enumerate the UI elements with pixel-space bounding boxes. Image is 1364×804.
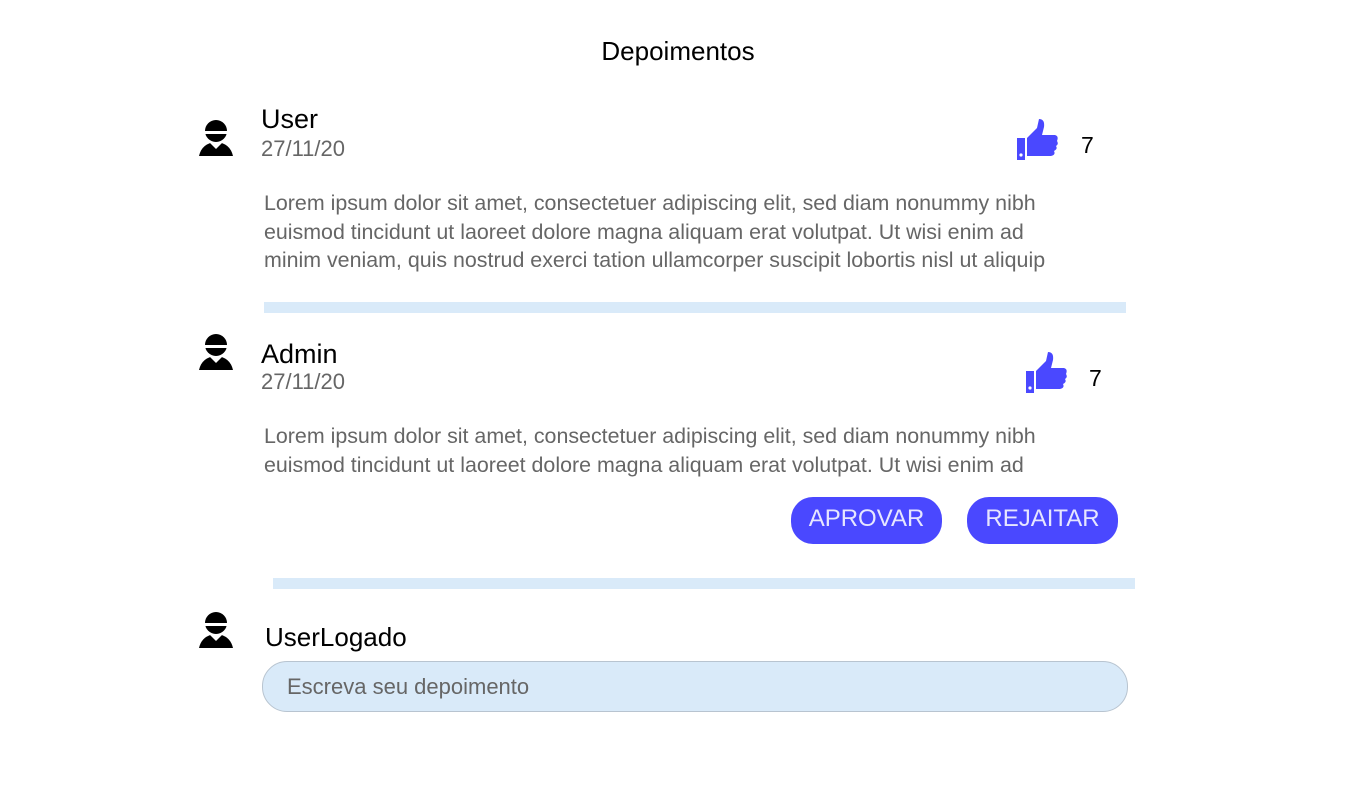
logged-user-name: UserLogado: [265, 622, 407, 652]
divider: [273, 578, 1135, 589]
testimonial-text: Lorem ipsum dolor sit amet, consectetuer…: [264, 191, 1046, 272]
thumbs-up-icon[interactable]: [1024, 351, 1068, 395]
testimonial-author[interactable]: User: [261, 104, 318, 134]
page-title: Depoimentos: [601, 36, 755, 66]
divider: [264, 302, 1126, 313]
user-avatar-icon: [199, 119, 233, 157]
testimonial-date: 27/11/20: [261, 136, 346, 161]
testimonial-date: 27/11/20: [261, 369, 346, 394]
like-count: 7: [1089, 365, 1102, 391]
testimonial-input[interactable]: [262, 661, 1128, 712]
testimonial-text: Lorem ipsum dolor sit amet, consectetuer…: [264, 424, 1036, 477]
testimonial-author[interactable]: Admin: [261, 339, 338, 369]
user-avatar-icon: [199, 611, 233, 649]
thumbs-up-icon[interactable]: [1015, 118, 1059, 162]
user-avatar-icon: [199, 333, 233, 371]
testimonials-page: Depoimentos User 27/11/20 7 Lorem ipsum …: [0, 0, 1364, 804]
approve-button[interactable]: APROVAR: [791, 497, 942, 544]
like-count: 7: [1081, 132, 1094, 158]
reject-button[interactable]: REJAITAR: [967, 497, 1118, 544]
